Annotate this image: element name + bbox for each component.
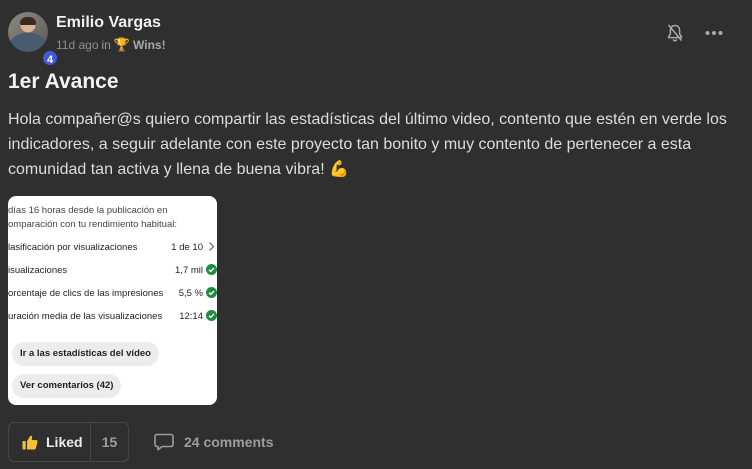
green-check-icon — [206, 310, 217, 321]
stat-value: 1 de 10 — [171, 242, 203, 253]
post-time: 11d ago — [56, 38, 99, 52]
stat-row: orcentaje de clics de las impresiones 5,… — [8, 285, 217, 303]
like-count[interactable]: 15 — [91, 423, 128, 461]
like-group: Liked 15 — [8, 422, 129, 462]
attachment-intro-line1: días 16 horas desde la publicación en — [8, 205, 168, 216]
post-body: Hola compañer@s quiero compartir las est… — [8, 111, 727, 178]
green-check-icon — [206, 264, 217, 275]
stat-row: isualizaciones 1,7 mil — [8, 262, 217, 280]
stat-label: isualizaciones — [8, 265, 68, 276]
attachment-intro-line2: omparación con tu rendimiento habitual: — [8, 219, 177, 230]
comments-button[interactable]: 24 comments — [154, 431, 273, 453]
comments-count: 24 comments — [184, 434, 274, 450]
like-button[interactable]: Liked — [9, 423, 91, 461]
attachment-image[interactable]: días 16 horas desde la publicación en om… — [8, 196, 217, 405]
green-check-icon — [206, 287, 217, 298]
avatar[interactable]: 4 — [8, 12, 59, 67]
avatar-hair — [20, 17, 36, 25]
more-icon — [705, 31, 723, 35]
stat-label: uración media de las visualizaciones — [8, 311, 163, 322]
comment-icon — [154, 433, 174, 451]
author-name[interactable]: Emilio Vargas — [56, 14, 161, 32]
stat-label: orcentaje de clics de las impresiones — [8, 288, 164, 299]
attachment-intro: días 16 horas desde la publicación en om… — [8, 204, 208, 232]
post-meta: 11d ago in 🏆 Wins! — [56, 37, 166, 53]
notification-bell-button[interactable] — [664, 22, 686, 44]
post-title: 1er Avance — [8, 70, 119, 93]
chevron-right-icon — [209, 242, 215, 251]
stat-value: 12:14 — [179, 311, 203, 322]
view-comments-pill: Ver comentarios (42) — [12, 374, 122, 398]
in-word: in — [101, 38, 111, 52]
stat-value: 1,7 mil — [175, 265, 203, 276]
stat-value: 5,5 % — [178, 288, 203, 299]
bell-icon — [667, 24, 683, 42]
thumbs-up-icon — [22, 435, 38, 449]
post: 4 Emilio Vargas 11d ago in 🏆 Wins! 1er A… — [0, 0, 752, 469]
trophy-icon: 🏆 — [113, 37, 131, 52]
like-label: Liked — [46, 434, 83, 450]
more-options-button[interactable] — [703, 22, 725, 44]
category-link[interactable]: Wins! — [133, 38, 166, 52]
stat-label: lasificación por visualizaciones — [8, 242, 138, 253]
stat-row: lasificación por visualizaciones 1 de 10 — [8, 239, 217, 257]
view-stats-pill: Ir a las estadísticas del vídeo — [12, 342, 159, 366]
stat-row: uración media de las visualizaciones 12:… — [8, 308, 217, 326]
